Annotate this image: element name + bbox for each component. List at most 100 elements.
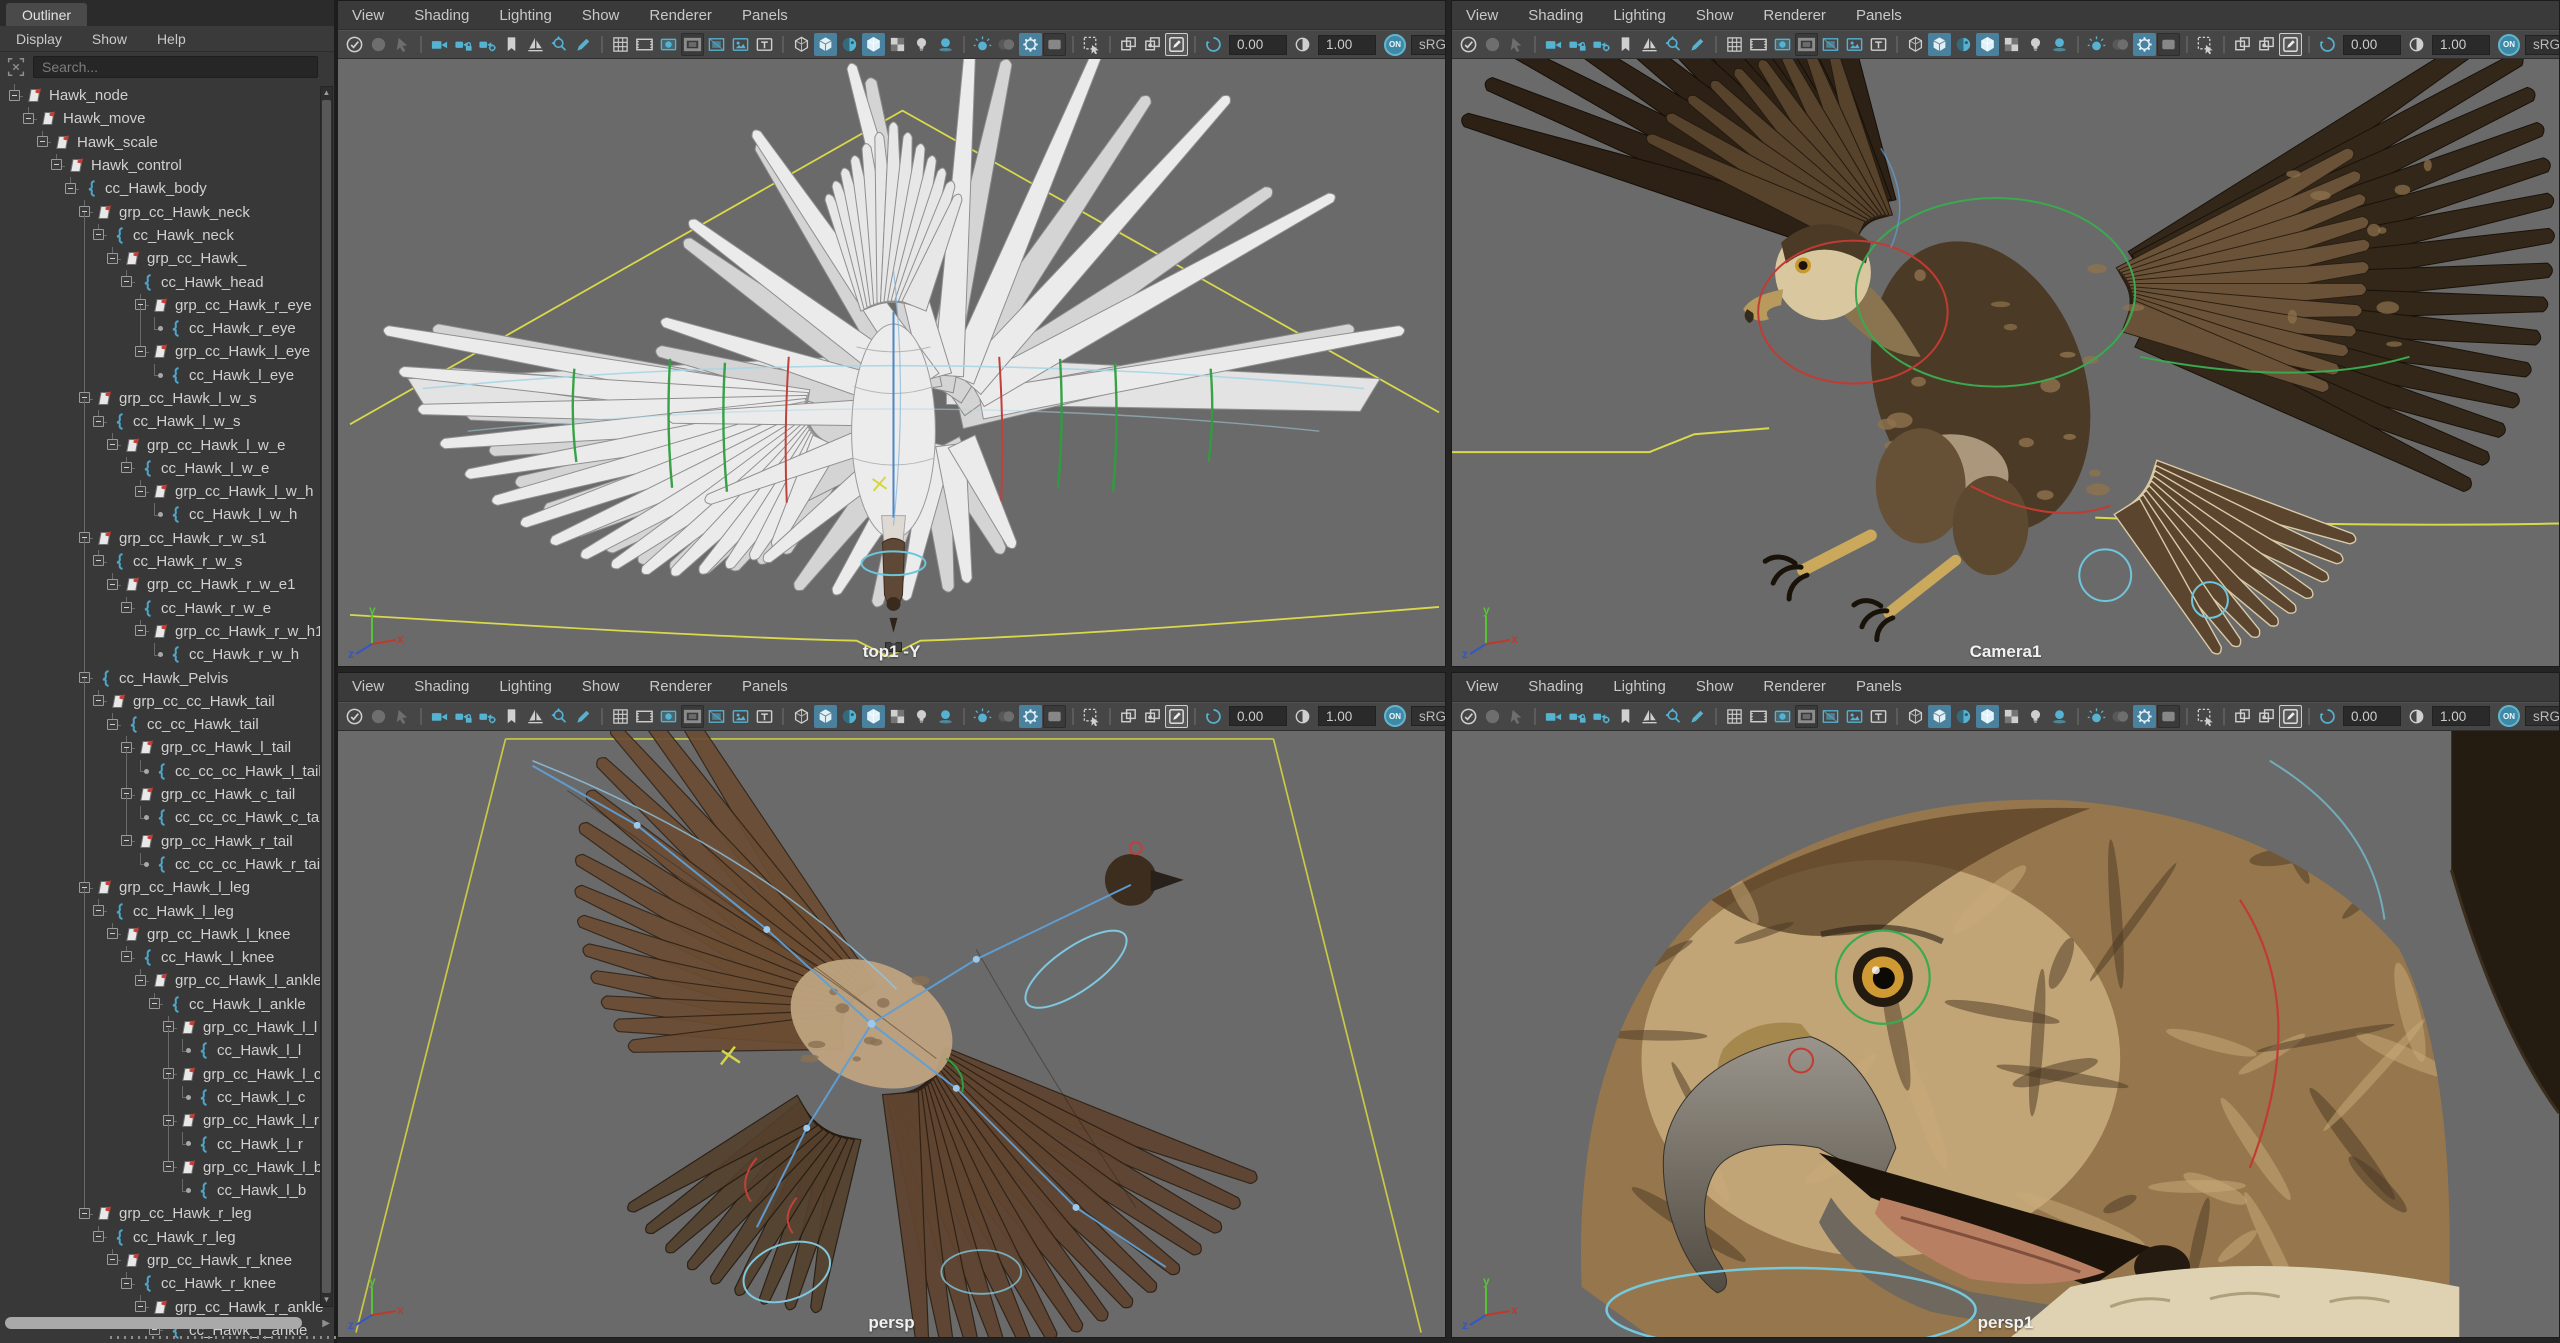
node-label[interactable]: grp_cc_Hawk_l_leg <box>119 879 250 896</box>
menu-renderer[interactable]: Renderer <box>649 7 712 24</box>
safe-title-icon[interactable] <box>753 705 776 728</box>
menu-shading[interactable]: Shading <box>414 678 469 695</box>
node-label[interactable]: cc_cc_cc_Hawk_r_tail <box>175 856 323 873</box>
expand-collapse-toggle[interactable] <box>79 532 90 544</box>
isolate-icon[interactable] <box>1080 705 1103 728</box>
expand-collapse-toggle[interactable] <box>107 1254 118 1266</box>
res-gate-icon[interactable] <box>1771 33 1794 56</box>
expand-collapse-toggle[interactable] <box>121 788 132 800</box>
bookmark-icon[interactable] <box>1614 33 1637 56</box>
tree-row[interactable]: cc_Hawk_neck <box>0 223 334 248</box>
shadows-icon[interactable] <box>2048 33 2071 56</box>
node-label[interactable]: cc_Hawk_l_c <box>217 1089 305 1106</box>
menu-shading[interactable]: Shading <box>1528 7 1583 24</box>
expand-collapse-toggle[interactable] <box>121 602 132 614</box>
node-label[interactable]: cc_Hawk_r_w_e <box>161 600 271 617</box>
camera-lock-icon[interactable] <box>1566 33 1589 56</box>
isolate-icon[interactable] <box>1080 33 1103 56</box>
gamma-on-button[interactable]: ON <box>2498 33 2520 56</box>
view-transform-field[interactable]: sRGB gamma <box>2525 34 2559 55</box>
textured-icon[interactable] <box>838 33 861 56</box>
outliner-filter-icon[interactable] <box>4 55 28 79</box>
bulb-icon[interactable] <box>2024 705 2047 728</box>
pan-zoom-icon[interactable] <box>548 33 571 56</box>
menu-renderer[interactable]: Renderer <box>1763 678 1826 695</box>
grid-icon[interactable] <box>1723 705 1746 728</box>
grease-pencil-icon[interactable] <box>572 33 595 56</box>
res-gate-icon[interactable] <box>1771 705 1794 728</box>
menu-show[interactable]: Show <box>582 678 620 695</box>
wire-on-shaded-icon[interactable] <box>1976 33 1999 56</box>
tree-row[interactable]: Hawk_move <box>0 107 334 130</box>
camera-gear-icon[interactable] <box>1590 705 1613 728</box>
pan-zoom-icon[interactable] <box>1662 33 1685 56</box>
node-label[interactable]: cc_cc_cc_Hawk_l_tail <box>175 763 322 780</box>
pan-zoom-icon[interactable] <box>1662 705 1685 728</box>
node-label[interactable]: cc_Hawk_l_w_s <box>133 413 241 430</box>
camera-lock-icon[interactable] <box>452 705 475 728</box>
tree-row[interactable]: cc_Hawk_l_w_s <box>0 410 334 434</box>
tree-row[interactable]: grp_cc_Hawk_l_leg <box>0 876 334 900</box>
tree-row[interactable]: cc_cc_cc_Hawk_l_tail <box>0 759 334 784</box>
expand-collapse-toggle[interactable] <box>79 392 90 404</box>
renderer-check-icon[interactable] <box>1457 705 1480 728</box>
motion-blur-icon[interactable] <box>2109 33 2132 56</box>
tree-row[interactable]: cc_cc_cc_Hawk_r_tail <box>0 852 334 877</box>
plugin-shapes-icon[interactable] <box>2279 704 2302 728</box>
node-label[interactable]: cc_Hawk_r_eye <box>189 320 296 337</box>
camera-lock-icon[interactable] <box>1566 705 1589 728</box>
xray-icon[interactable] <box>2231 33 2254 56</box>
motion-blur-icon[interactable] <box>995 33 1018 56</box>
outliner-horizontal-scrollbar[interactable]: ▶ <box>3 1316 330 1330</box>
node-label[interactable]: cc_cc_Hawk_tail <box>147 716 259 733</box>
camera-gear-icon[interactable] <box>1590 33 1613 56</box>
menu-panels[interactable]: Panels <box>742 678 788 695</box>
menu-help[interactable]: Help <box>157 31 186 47</box>
node-label[interactable]: grp_cc_Hawk_l_tail <box>161 739 291 756</box>
contrast-icon[interactable] <box>2405 705 2428 728</box>
node-label[interactable]: grp_cc_Hawk_l_l <box>203 1019 317 1036</box>
exposure-cycle-icon[interactable] <box>1202 33 1225 56</box>
wire-on-shaded-icon[interactable] <box>862 33 885 56</box>
shaded-cube-icon[interactable] <box>1928 704 1951 728</box>
multisample-icon[interactable] <box>1019 33 1042 56</box>
tree-row[interactable]: cc_Hawk_body <box>0 177 334 200</box>
field-chart-icon[interactable] <box>1819 705 1842 728</box>
tree-row[interactable]: cc_Hawk_l_w_h <box>0 503 334 527</box>
ao-icon[interactable] <box>971 705 994 728</box>
expand-collapse-toggle[interactable] <box>135 345 146 357</box>
menu-lighting[interactable]: Lighting <box>1613 7 1666 24</box>
node-label[interactable]: grp_cc_Hawk_l_eye <box>175 343 310 360</box>
expand-collapse-toggle[interactable] <box>23 112 34 124</box>
expand-collapse-toggle[interactable] <box>121 835 132 846</box>
node-label[interactable]: cc_Hawk_l_knee <box>161 949 274 966</box>
bookmark-icon[interactable] <box>500 33 523 56</box>
expand-collapse-toggle[interactable] <box>163 1161 174 1173</box>
renderer-check-icon[interactable] <box>343 33 366 56</box>
plugin-shapes-icon[interactable] <box>2279 33 2302 56</box>
node-label[interactable]: cc_Hawk_r_w_h <box>189 646 299 663</box>
field-chart-icon[interactable] <box>705 33 728 56</box>
gamma-on-button[interactable]: ON <box>1384 705 1406 727</box>
node-label[interactable]: grp_cc_Hawk_r_ankle <box>175 1299 323 1316</box>
tree-row[interactable]: grp_cc_Hawk_r_w_e1 <box>0 573 334 597</box>
tree-row[interactable]: grp_cc_Hawk_l_w_s <box>0 386 334 411</box>
node-label[interactable]: grp_cc_Hawk_l_w_e <box>147 437 285 454</box>
expand-collapse-toggle[interactable] <box>135 485 146 497</box>
tree-row[interactable]: cc_Hawk_l_knee <box>0 945 334 970</box>
wire-cube-icon[interactable] <box>790 705 813 728</box>
node-label[interactable]: grp_cc_Hawk_l_b <box>203 1159 322 1176</box>
ao-icon[interactable] <box>971 33 994 56</box>
node-label[interactable]: grp_cc_Hawk_r_w_s1 <box>119 530 267 547</box>
tree-row[interactable]: cc_Hawk_Pelvis <box>0 666 334 691</box>
camera-icon[interactable] <box>1542 33 1565 56</box>
expand-collapse-toggle[interactable] <box>79 671 90 683</box>
bulb-icon[interactable] <box>910 33 933 56</box>
tree-row[interactable]: grp_cc_Hawk_l_c <box>0 1062 334 1087</box>
expand-collapse-toggle[interactable] <box>121 1277 132 1289</box>
res-gate-icon[interactable] <box>657 705 680 728</box>
film-gate-icon[interactable] <box>633 33 656 56</box>
expand-collapse-toggle[interactable] <box>163 1067 174 1079</box>
node-label[interactable]: cc_Hawk_l_ankle <box>189 996 306 1013</box>
menu-display[interactable]: Display <box>16 31 62 47</box>
